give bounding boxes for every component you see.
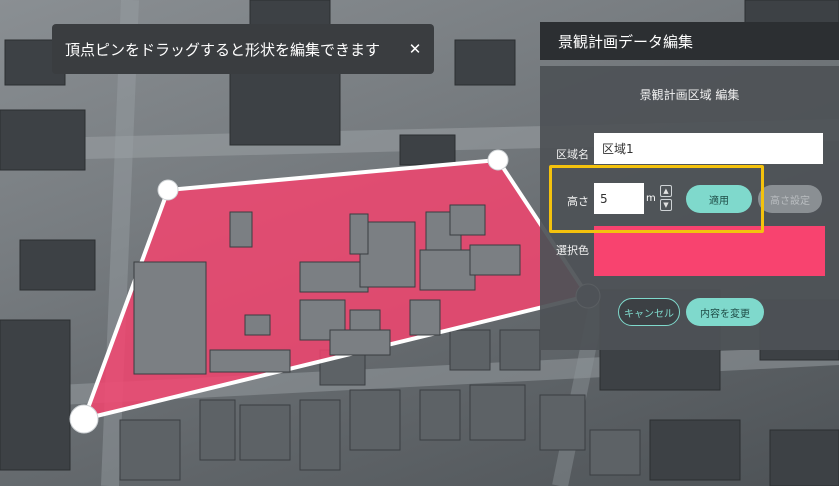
vertex-pin [69,404,99,434]
cancel-button[interactable]: キャンセル [618,298,680,326]
save-changes-button[interactable]: 内容を変更 [686,298,764,326]
height-label: 高さ [567,195,589,208]
height-input[interactable] [594,183,644,214]
height-unit: m [646,193,656,204]
area-name-label: 区域名 [556,148,589,161]
panel-title: 景観計画データ編集 [540,22,839,60]
vertex-pin [487,149,509,171]
area-name-input[interactable] [594,133,823,164]
close-icon[interactable]: ✕ [396,24,434,74]
edit-hint-toast: 頂点ピンをドラッグすると形状を編集できます ✕ [52,24,434,74]
chevron-up-icon[interactable]: ▲ [660,185,672,197]
panel-subtitle: 景観計画区域 編集 [639,88,740,102]
color-swatch[interactable] [594,226,825,276]
chevron-down-icon[interactable]: ▼ [660,199,672,211]
apply-button[interactable]: 適用 [686,185,752,213]
height-setting-button[interactable]: 高さ設定 [758,185,822,213]
toast-message: 頂点ピンをドラッグすると形状を編集できます [65,40,381,59]
vertex-pin [157,179,179,201]
height-stepper[interactable]: ▲ ▼ [660,185,674,211]
edit-panel: 景観計画区域 編集 区域名 高さ m ▲ ▼ 適用 高さ設定 選択色 キャンセル… [540,66,839,350]
color-label: 選択色 [556,244,589,257]
